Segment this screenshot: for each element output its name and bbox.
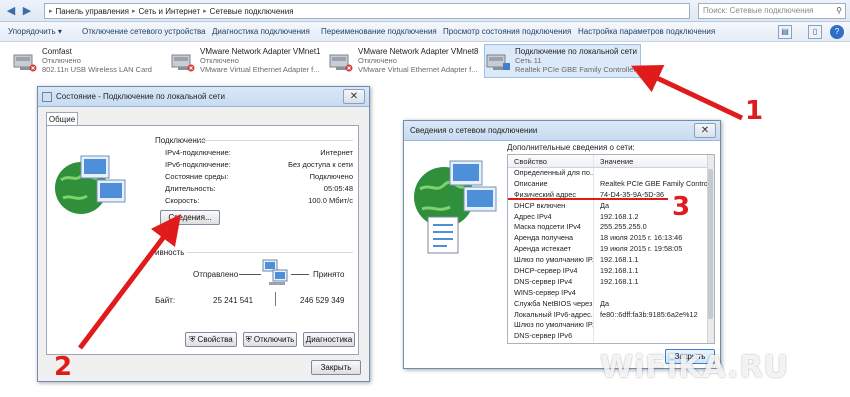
arrow-1	[630, 64, 744, 121]
annotation-number-2: 2	[54, 352, 73, 382]
annotation-overlay	[78, 64, 744, 350]
annotation-number-3: 3	[672, 192, 691, 222]
annotation-number-1: 1	[745, 96, 764, 126]
arrow-2	[78, 214, 182, 350]
watermark: WiFiKA.RU	[600, 350, 790, 385]
